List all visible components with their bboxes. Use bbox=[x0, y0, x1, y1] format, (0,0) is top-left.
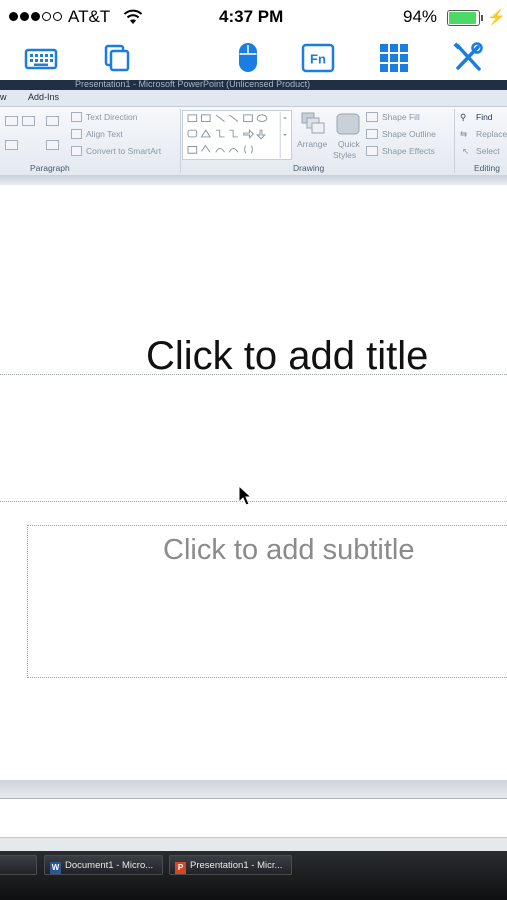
line-spacing-icon[interactable] bbox=[46, 116, 59, 126]
charging-bolt-icon: ⚡ bbox=[487, 9, 506, 26]
align-text-button[interactable]: Align Text bbox=[86, 129, 123, 139]
shape-outline-icon bbox=[366, 129, 378, 139]
indent-left-icon[interactable] bbox=[5, 116, 18, 126]
tab-add-ins[interactable]: Add-Ins bbox=[28, 92, 59, 102]
word-icon: W bbox=[50, 862, 61, 874]
quick-styles-icon bbox=[336, 113, 360, 135]
window-title-bar: Presentation1 - Microsoft PowerPoint (Un… bbox=[0, 80, 507, 90]
copy-icon[interactable] bbox=[100, 42, 134, 74]
svg-text:Fn: Fn bbox=[310, 52, 326, 67]
title-placeholder-bottom-border bbox=[0, 501, 507, 502]
shape-outline-button[interactable]: Shape Outline bbox=[382, 129, 436, 139]
editing-group-label: Editing bbox=[474, 163, 500, 173]
select-arrow-icon: ↖ bbox=[462, 146, 470, 156]
group-separator bbox=[180, 109, 181, 173]
ribbon-edge bbox=[0, 175, 507, 185]
mouse-pointer-icon bbox=[238, 485, 252, 506]
signal-strength-icon bbox=[9, 12, 62, 21]
taskbar-powerpoint-label: Presentation1 - Micr... bbox=[190, 860, 283, 871]
taskbar-word-label: Document1 - Micro... bbox=[65, 860, 154, 871]
quick-styles-label-1[interactable]: Quick bbox=[338, 139, 360, 149]
shape-effects-button[interactable]: Shape Effects bbox=[382, 146, 435, 156]
shape-fill-button[interactable]: Shape Fill bbox=[382, 112, 420, 122]
paragraph-group-label: Paragraph bbox=[30, 163, 70, 173]
keyboard-icon[interactable] bbox=[24, 42, 58, 74]
tab-view[interactable]: w bbox=[0, 92, 7, 102]
taskbar-item-word[interactable]: W Document1 - Micro... bbox=[44, 855, 163, 875]
convert-smartart-button[interactable]: Convert to SmartArt bbox=[86, 146, 161, 156]
taskbar-item[interactable] bbox=[0, 855, 37, 875]
binoculars-icon: ⚲ bbox=[460, 112, 467, 122]
replace-button[interactable]: Replace bbox=[476, 129, 507, 139]
align-text-icon bbox=[71, 129, 82, 139]
replace-icon: ⇆ bbox=[460, 129, 468, 139]
drawing-group-label: Drawing bbox=[293, 163, 325, 173]
horizontal-scrollbar[interactable] bbox=[0, 780, 507, 798]
justify-icon[interactable] bbox=[5, 140, 18, 150]
slide-canvas[interactable] bbox=[0, 185, 507, 780]
find-button[interactable]: Find bbox=[476, 112, 493, 122]
shapes-gallery[interactable] bbox=[182, 110, 292, 160]
powerpoint-status-bar bbox=[0, 837, 507, 852]
taskbar-item-powerpoint[interactable]: P Presentation1 - Micr... bbox=[169, 855, 292, 875]
ios-status-bar: AT&T 4:37 PM 94% ⚡ bbox=[0, 0, 507, 36]
clock: 4:37 PM bbox=[219, 7, 284, 26]
battery-percent: 94% bbox=[403, 7, 438, 26]
text-direction-button[interactable]: Text Direction bbox=[86, 112, 138, 122]
remote-toolbar: Fn bbox=[0, 36, 507, 80]
wifi-icon bbox=[123, 9, 143, 24]
apps-grid-icon[interactable] bbox=[377, 42, 411, 74]
battery-icon bbox=[447, 10, 480, 26]
select-button[interactable]: Select bbox=[476, 146, 500, 156]
carrier-name: AT&T bbox=[68, 7, 111, 26]
subtitle-placeholder[interactable]: Click to add subtitle bbox=[163, 534, 414, 567]
title-placeholder[interactable]: Click to add title bbox=[146, 334, 428, 379]
shape-effects-icon bbox=[366, 146, 378, 156]
shape-fill-icon bbox=[366, 112, 378, 122]
notes-pane[interactable] bbox=[0, 798, 507, 839]
window-title: Presentation1 - Microsoft PowerPoint (Un… bbox=[75, 80, 311, 89]
arrange-button[interactable]: Arrange bbox=[297, 139, 327, 149]
group-separator bbox=[454, 109, 455, 173]
text-direction-icon bbox=[71, 112, 82, 122]
fn-key-icon[interactable]: Fn bbox=[301, 42, 335, 74]
powerpoint-icon: P bbox=[175, 862, 186, 874]
indent-right-icon[interactable] bbox=[22, 116, 35, 126]
quick-styles-label-2[interactable]: Styles bbox=[333, 150, 356, 160]
ribbon-tabs: w Add-Ins bbox=[0, 90, 507, 107]
ribbon: Text Direction Align Text Convert to Sma… bbox=[0, 107, 507, 176]
windows-taskbar: W Document1 - Micro... P Presentation1 - M… bbox=[0, 851, 507, 900]
remote-desktop-view[interactable]: Presentation1 - Microsoft PowerPoint (Un… bbox=[0, 80, 507, 900]
tools-icon[interactable] bbox=[451, 42, 485, 74]
battery-tip bbox=[481, 15, 483, 21]
arrange-icon bbox=[301, 112, 325, 134]
mouse-icon[interactable] bbox=[231, 42, 265, 74]
smartart-icon bbox=[71, 146, 82, 156]
columns-icon[interactable] bbox=[46, 140, 59, 150]
